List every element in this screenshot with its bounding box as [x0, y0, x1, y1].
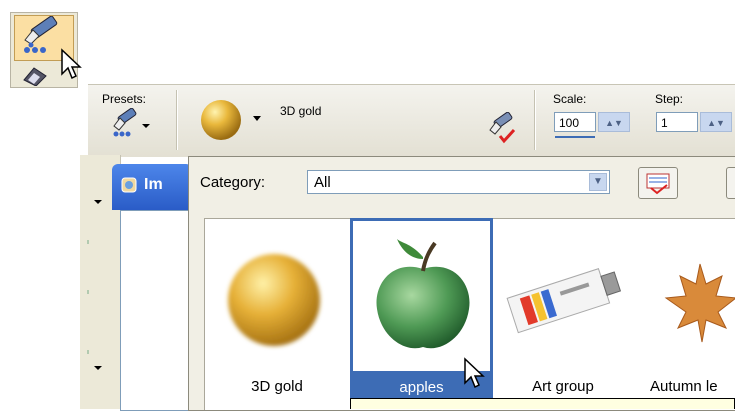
- apple-thumbnail: [376, 239, 470, 349]
- presets-label: Presets:: [102, 92, 147, 106]
- material-extra-button[interactable]: [726, 167, 735, 199]
- tooltip: [350, 398, 735, 409]
- gold-sphere-thumbnail: [228, 254, 320, 346]
- step-label: Step:: [655, 92, 684, 106]
- mouse-pointer-icon: [61, 48, 82, 80]
- document-title: Im: [144, 176, 163, 193]
- step-spinner[interactable]: ▲▼: [700, 112, 732, 132]
- paint-tube-thumbnail: [506, 268, 622, 334]
- category-value: All: [314, 174, 331, 191]
- scale-label: Scale:: [553, 92, 587, 106]
- autumn-leaf-thumbnail: [664, 263, 735, 343]
- edit-material-icon[interactable]: [484, 112, 518, 146]
- mouse-pointer-icon: [464, 357, 485, 389]
- document-canvas[interactable]: [120, 210, 192, 411]
- scale-input[interactable]: 100: [554, 112, 596, 132]
- scale-spinner[interactable]: ▲▼: [598, 112, 630, 132]
- material-item-label: 3D gold: [251, 378, 303, 395]
- chevron-down-icon[interactable]: ▼: [589, 173, 607, 191]
- eraser-tool-icon[interactable]: [20, 62, 52, 86]
- scale-slider-bar[interactable]: [555, 136, 595, 138]
- material-item[interactable]: Art group: [497, 226, 629, 409]
- preset-brush-icon: [113, 107, 150, 137]
- step-input[interactable]: 1: [656, 112, 698, 132]
- category-label: Category:: [200, 174, 266, 191]
- material-item[interactable]: Autumn le: [640, 226, 735, 409]
- material-name: 3D gold: [280, 104, 322, 118]
- edit-list-icon: [646, 173, 670, 195]
- toolbar-separator: [534, 90, 536, 150]
- material-item-label: Art group: [532, 378, 594, 395]
- toolbar-separator: [176, 90, 178, 150]
- material-item[interactable]: 3D gold: [212, 226, 342, 409]
- material-options-button[interactable]: [638, 167, 678, 199]
- material-item-label: Autumn le: [650, 378, 718, 395]
- tool-options-bar: [88, 84, 735, 157]
- presets-dropdown[interactable]: [108, 107, 156, 138]
- category-select[interactable]: All ▼: [307, 170, 610, 194]
- document-title-bar[interactable]: Im: [112, 164, 192, 210]
- material-picker-button[interactable]: [195, 96, 265, 146]
- document-icon: [121, 177, 137, 193]
- gold-sphere-swatch-icon: [201, 100, 261, 140]
- material-item-selected[interactable]: apples: [350, 218, 493, 409]
- palette-grip: [87, 200, 102, 370]
